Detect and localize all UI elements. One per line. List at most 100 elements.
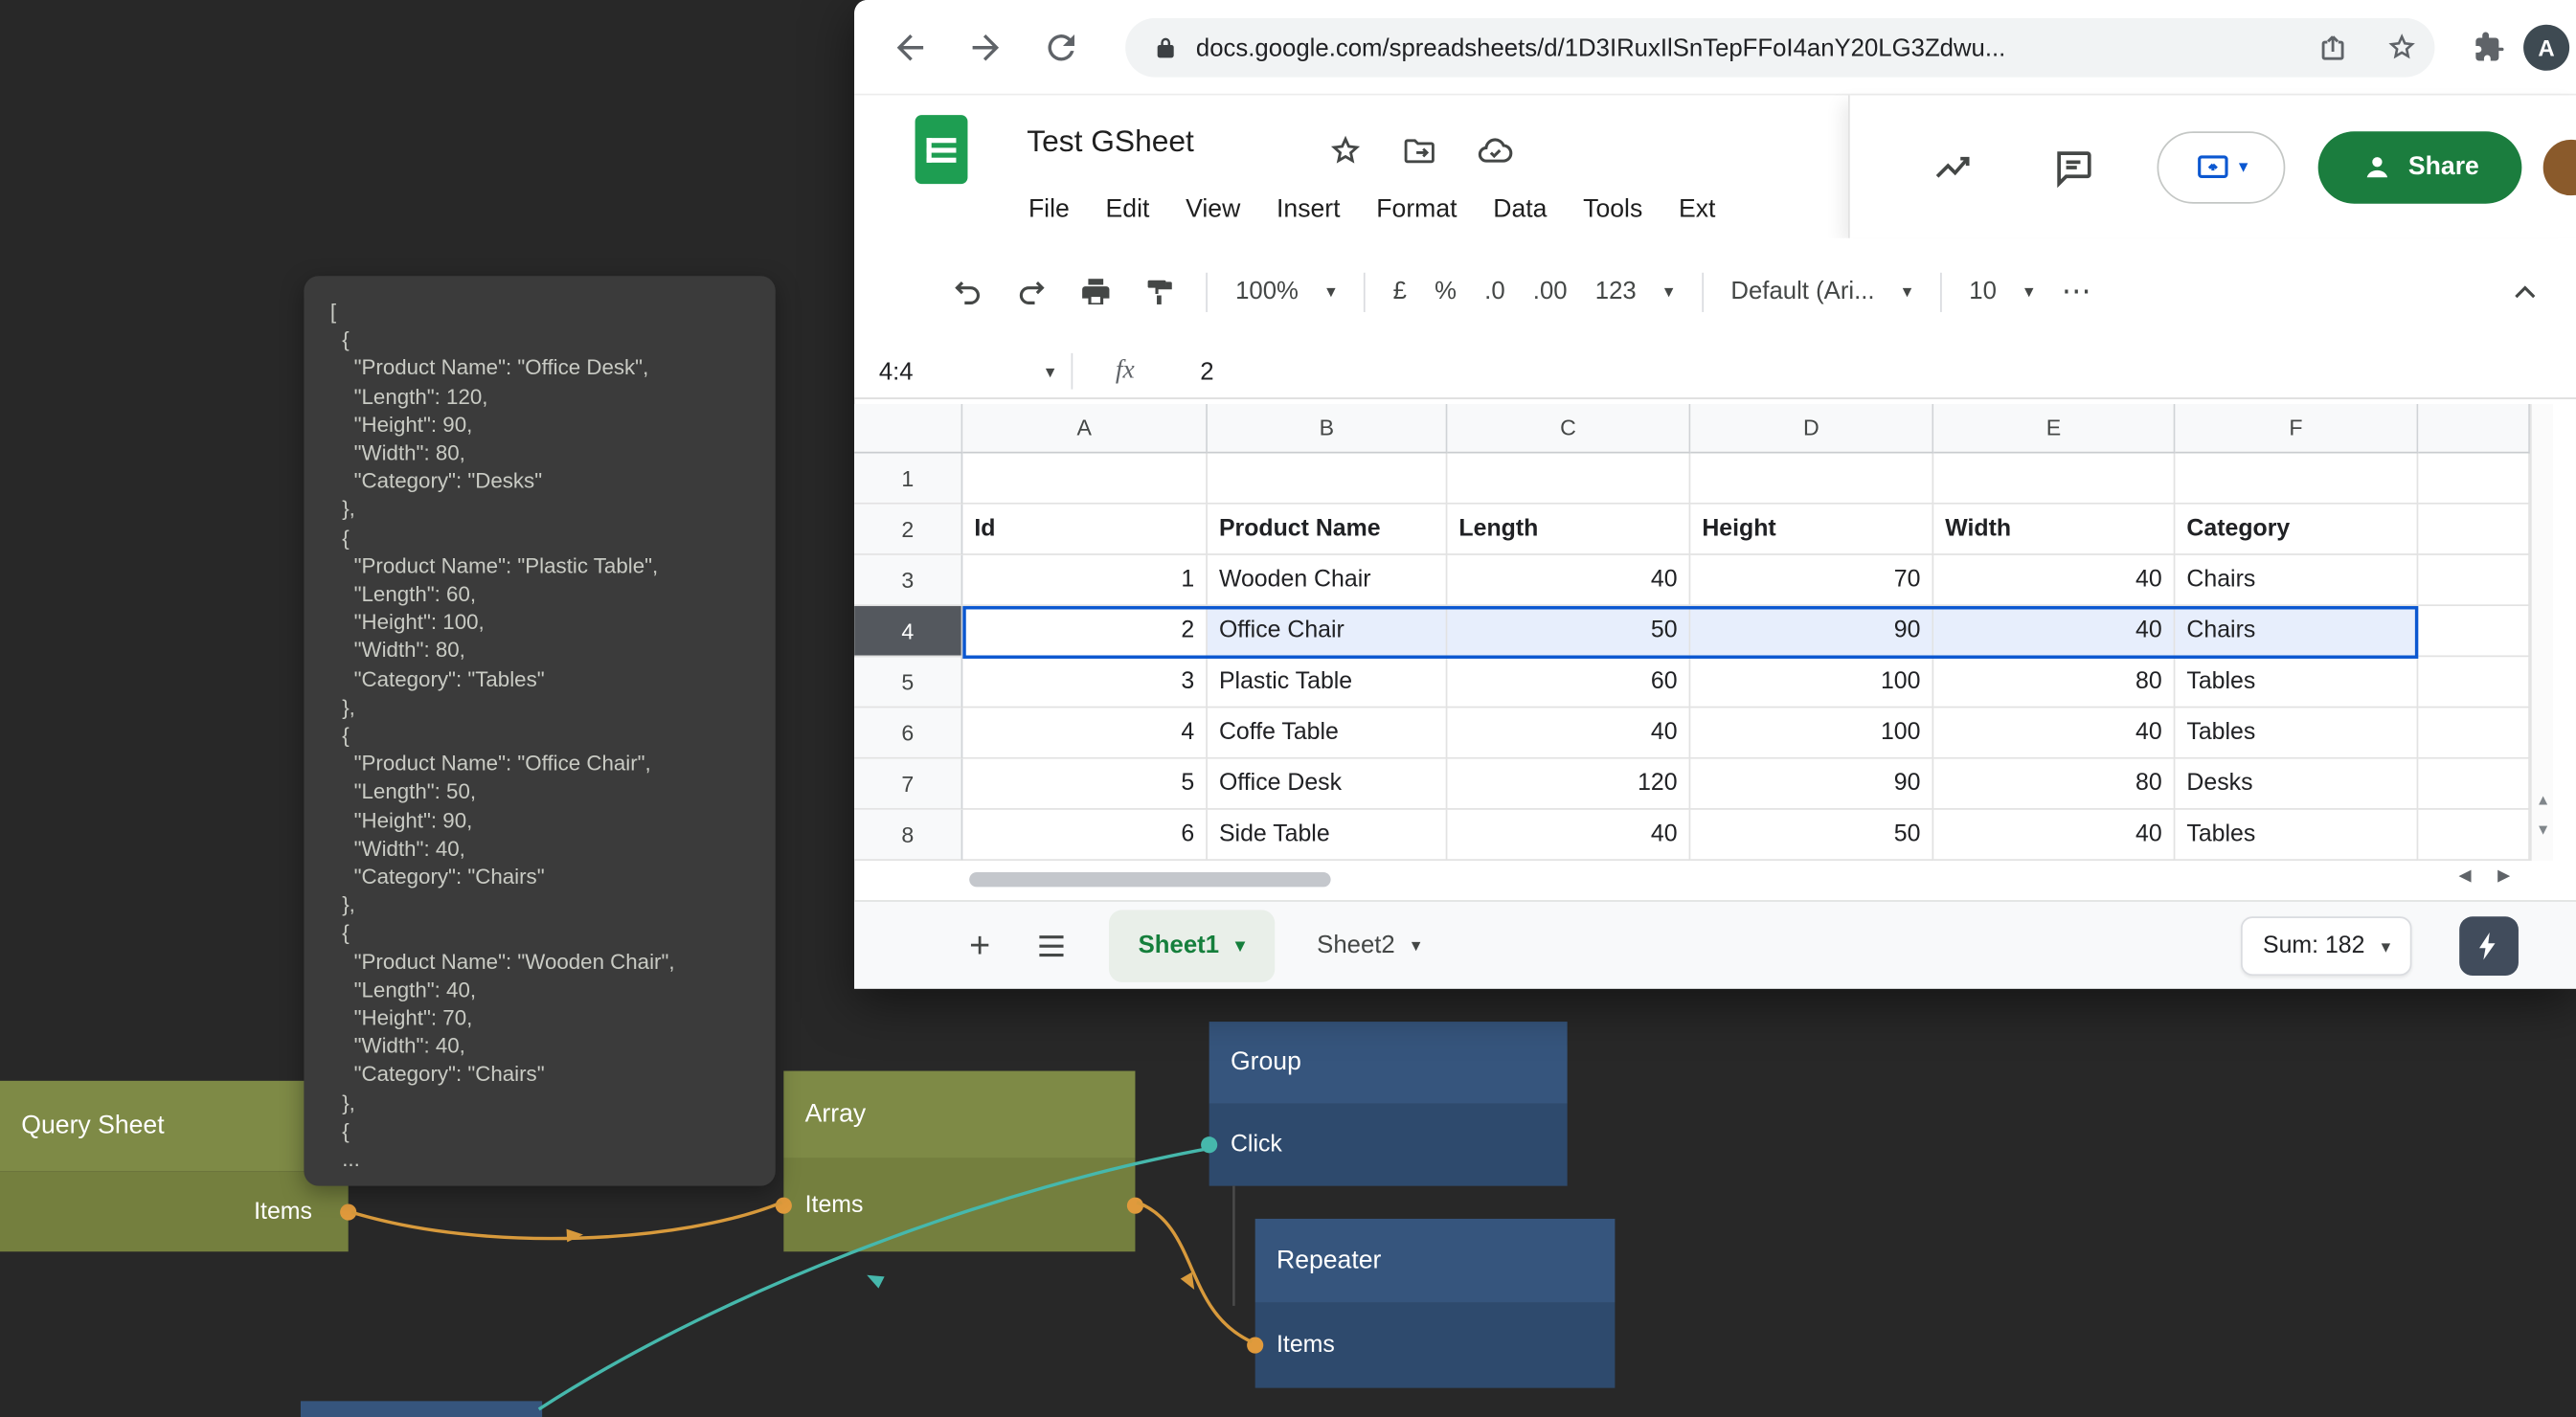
menu-data[interactable]: Data bbox=[1475, 186, 1565, 235]
horizontal-scroll-thumb[interactable] bbox=[969, 872, 1330, 887]
cell-D8[interactable]: 50 bbox=[1690, 810, 1933, 861]
sum-status-dropdown[interactable]: Sum: 182 ▾ bbox=[2242, 916, 2412, 976]
all-sheets-menu-icon[interactable] bbox=[1033, 927, 1070, 963]
activity-trend-icon[interactable] bbox=[1932, 146, 1975, 189]
cell-x4[interactable] bbox=[2418, 606, 2530, 657]
more-formats-button[interactable]: 123 bbox=[1595, 278, 1637, 305]
cell-D3[interactable]: 70 bbox=[1690, 555, 1933, 606]
column-header-a[interactable]: A bbox=[962, 404, 1208, 453]
format-currency-button[interactable]: £ bbox=[1393, 278, 1407, 305]
font-select[interactable]: Default (Ari... bbox=[1730, 278, 1874, 305]
menu-format[interactable]: Format bbox=[1358, 186, 1475, 235]
node-repeater-port-row[interactable]: Items bbox=[1255, 1302, 1616, 1387]
input-port-icon[interactable] bbox=[1247, 1337, 1263, 1353]
cell-x6[interactable] bbox=[2418, 708, 2530, 758]
share-page-icon[interactable] bbox=[2316, 32, 2349, 64]
spreadsheet-grid[interactable]: ABCDEF 12IdProduct NameLengthHeightWidth… bbox=[854, 404, 2530, 861]
account-avatar[interactable] bbox=[2540, 136, 2576, 198]
cell-C5[interactable]: 60 bbox=[1447, 657, 1690, 708]
scroll-right-icon[interactable]: ▶ bbox=[2497, 867, 2510, 886]
menu-file[interactable]: File bbox=[1010, 186, 1088, 235]
cell-E5[interactable]: 80 bbox=[1933, 657, 2175, 708]
cell-C2[interactable]: Length bbox=[1447, 505, 1690, 555]
cell-A6[interactable]: 4 bbox=[962, 708, 1208, 758]
cell-C6[interactable]: 40 bbox=[1447, 708, 1690, 758]
cell-C3[interactable]: 40 bbox=[1447, 555, 1690, 606]
formula-input[interactable]: 2 bbox=[1200, 357, 1213, 385]
row-header-7[interactable]: 7 bbox=[854, 759, 962, 810]
forward-icon[interactable] bbox=[966, 27, 1006, 66]
increase-decimal-button[interactable]: .00 bbox=[1533, 278, 1568, 305]
cell-F3[interactable]: Chairs bbox=[2175, 555, 2418, 606]
cloud-saved-icon[interactable] bbox=[1476, 131, 1515, 170]
cell-E2[interactable]: Width bbox=[1933, 505, 2175, 555]
cell-E1[interactable] bbox=[1933, 453, 2175, 504]
decrease-decimal-button[interactable]: .0 bbox=[1484, 278, 1504, 305]
cell-F1[interactable] bbox=[2175, 453, 2418, 504]
node-array[interactable]: Array Items bbox=[783, 1071, 1135, 1252]
cell-x8[interactable] bbox=[2418, 810, 2530, 861]
tab-sheet2[interactable]: Sheet2 ▾ bbox=[1317, 932, 1420, 959]
cell-F6[interactable]: Tables bbox=[2175, 708, 2418, 758]
cell-B2[interactable]: Product Name bbox=[1208, 505, 1447, 555]
cell-F5[interactable]: Tables bbox=[2175, 657, 2418, 708]
menu-insert[interactable]: Insert bbox=[1258, 186, 1358, 235]
row-header-6[interactable]: 6 bbox=[854, 708, 962, 758]
input-port-icon[interactable] bbox=[776, 1197, 792, 1213]
cell-E8[interactable]: 40 bbox=[1933, 810, 2175, 861]
cell-D4[interactable]: 90 bbox=[1690, 606, 1933, 657]
event-port-icon[interactable] bbox=[1201, 1136, 1217, 1153]
row-header-8[interactable]: 8 bbox=[854, 810, 962, 861]
tab-sheet1[interactable]: Sheet1 ▾ bbox=[1109, 910, 1275, 981]
row-header-4[interactable]: 4 bbox=[854, 606, 962, 657]
column-header-c[interactable]: C bbox=[1447, 404, 1690, 453]
cell-x3[interactable] bbox=[2418, 555, 2530, 606]
cell-x5[interactable] bbox=[2418, 657, 2530, 708]
cell-E3[interactable]: 40 bbox=[1933, 555, 2175, 606]
node-partial-bottom[interactable] bbox=[301, 1401, 542, 1417]
cell-F4[interactable]: Chairs bbox=[2175, 606, 2418, 657]
cell-B4[interactable]: Office Chair bbox=[1208, 606, 1447, 657]
reload-icon[interactable] bbox=[1042, 27, 1081, 66]
browser-profile-avatar[interactable]: A bbox=[2523, 24, 2569, 70]
cell-D6[interactable]: 100 bbox=[1690, 708, 1933, 758]
cell-A7[interactable]: 5 bbox=[962, 759, 1208, 810]
row-header-1[interactable]: 1 bbox=[854, 453, 962, 504]
row-header-3[interactable]: 3 bbox=[854, 555, 962, 606]
scroll-up-icon[interactable]: ▲ bbox=[2536, 792, 2550, 808]
font-size-select[interactable]: 10 bbox=[1969, 278, 1997, 305]
cell-B7[interactable]: Office Desk bbox=[1208, 759, 1447, 810]
back-icon[interactable] bbox=[891, 27, 930, 66]
cell-F8[interactable]: Tables bbox=[2175, 810, 2418, 861]
extensions-puzzle-icon[interactable] bbox=[2469, 27, 2508, 66]
cell-A5[interactable]: 3 bbox=[962, 657, 1208, 708]
column-header-partial[interactable] bbox=[2418, 404, 2530, 453]
star-document-icon[interactable] bbox=[1327, 133, 1364, 169]
cell-x7[interactable] bbox=[2418, 759, 2530, 810]
menu-ext[interactable]: Ext bbox=[1661, 186, 1733, 235]
scroll-down-icon[interactable]: ▼ bbox=[2536, 821, 2550, 838]
undo-icon[interactable] bbox=[950, 274, 986, 310]
horizontal-scrollbar[interactable]: ◀▶ bbox=[854, 867, 2576, 893]
cell-F7[interactable]: Desks bbox=[2175, 759, 2418, 810]
row-header-2[interactable]: 2 bbox=[854, 505, 962, 555]
vertical-scrollbar[interactable]: ▲▼ bbox=[2530, 404, 2553, 861]
cell-C1[interactable] bbox=[1447, 453, 1690, 504]
cell-D2[interactable]: Height bbox=[1690, 505, 1933, 555]
scroll-left-icon[interactable]: ◀ bbox=[2458, 867, 2471, 886]
cell-B6[interactable]: Coffe Table bbox=[1208, 708, 1447, 758]
redo-icon[interactable] bbox=[1014, 274, 1051, 310]
menu-tools[interactable]: Tools bbox=[1565, 186, 1661, 235]
cell-C4[interactable]: 50 bbox=[1447, 606, 1690, 657]
cell-C8[interactable]: 40 bbox=[1447, 810, 1690, 861]
column-header-f[interactable]: F bbox=[2175, 404, 2418, 453]
cell-A8[interactable]: 6 bbox=[962, 810, 1208, 861]
cell-A1[interactable] bbox=[962, 453, 1208, 504]
output-port-icon[interactable] bbox=[1127, 1197, 1143, 1213]
print-icon[interactable] bbox=[1077, 274, 1114, 310]
cell-A4[interactable]: 2 bbox=[962, 606, 1208, 657]
node-group[interactable]: Group Click bbox=[1209, 1022, 1568, 1186]
cell-C7[interactable]: 120 bbox=[1447, 759, 1690, 810]
cell-D7[interactable]: 90 bbox=[1690, 759, 1933, 810]
cell-D5[interactable]: 100 bbox=[1690, 657, 1933, 708]
